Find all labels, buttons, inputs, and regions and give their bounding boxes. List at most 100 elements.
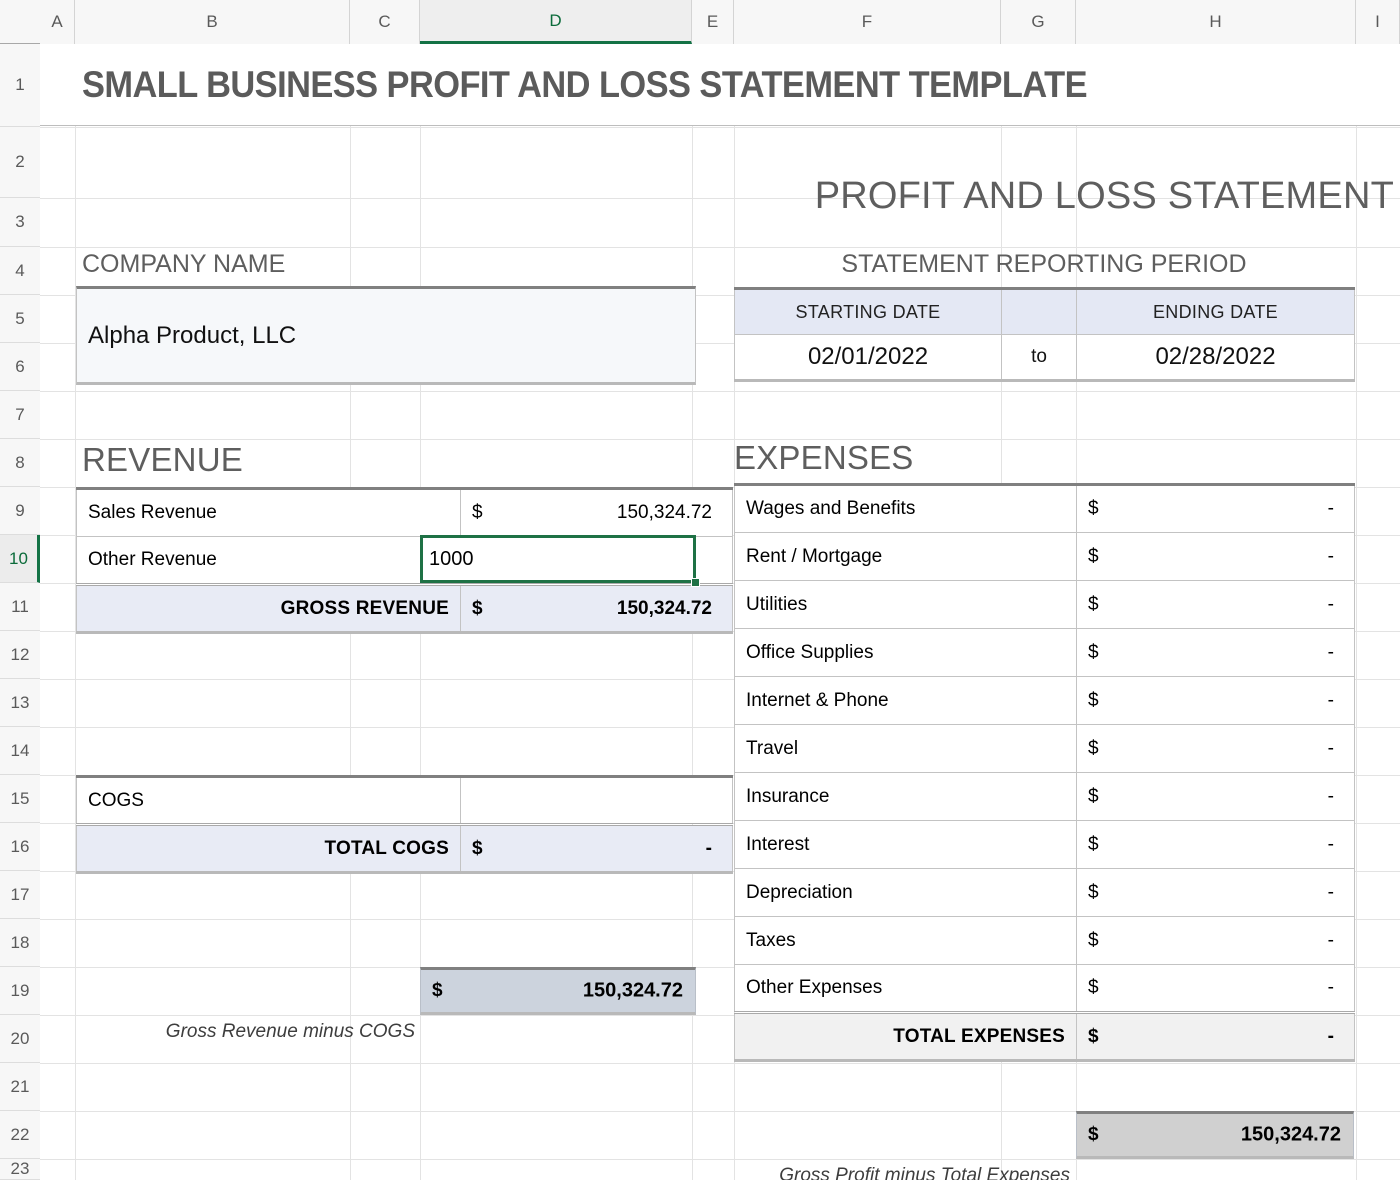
expense-row-amount-9[interactable]: $- (1077, 917, 1355, 965)
row-header-1[interactable]: 1 (0, 44, 40, 127)
row-header-19[interactable]: 19 (0, 967, 40, 1015)
expense-row-amount-3[interactable]: $- (1077, 629, 1355, 677)
expense-row-label-9: Taxes (735, 917, 1077, 965)
row-header-12[interactable]: 12 (0, 631, 40, 679)
expenses-table[interactable]: Wages and Benefits$-Rent / Mortgage$-Uti… (734, 483, 1355, 1062)
net-income-formula-label: Gross Profit minus Total Expenses (740, 1165, 1070, 1180)
amount-value: - (1088, 1026, 1343, 1048)
gridline-horizontal (40, 439, 1400, 440)
column-header-G[interactable]: G (1001, 0, 1076, 44)
column-header-I[interactable]: I (1356, 0, 1400, 44)
column-header-F[interactable]: F (734, 0, 1001, 44)
starting-date-header: STARTING DATE (735, 289, 1002, 335)
expense-row-amount-0[interactable]: $- (1077, 485, 1355, 533)
table-row[interactable]: Interest$- (735, 821, 1355, 869)
row-header-13[interactable]: 13 (0, 679, 40, 727)
table-row[interactable]: Office Supplies$- (735, 629, 1355, 677)
row-header-18[interactable]: 18 (0, 919, 40, 967)
row-header-17[interactable]: 17 (0, 871, 40, 919)
expense-row-amount-4[interactable]: $- (1077, 677, 1355, 725)
revenue-row-label-1: Other Revenue (77, 537, 461, 585)
row-header-4[interactable]: 4 (0, 247, 40, 295)
row-header-9[interactable]: 9 (0, 487, 40, 535)
column-header-C[interactable]: C (350, 0, 420, 44)
currency-symbol: $ (1088, 786, 1099, 808)
expense-row-amount-5[interactable]: $- (1077, 725, 1355, 773)
table-row[interactable]: Taxes$- (735, 917, 1355, 965)
total-expenses-amount: $- (1077, 1013, 1355, 1061)
gross-profit-cell: $ 150,324.72 (420, 967, 696, 1015)
row-header-11[interactable]: 11 (0, 583, 40, 631)
period-value-row[interactable]: 02/01/2022 to 02/28/2022 (735, 335, 1355, 381)
row-header-21[interactable]: 21 (0, 1063, 40, 1111)
row-header-16[interactable]: 16 (0, 823, 40, 871)
gridline-horizontal (40, 1063, 1400, 1064)
row-header-7[interactable]: 7 (0, 391, 40, 439)
starting-date-value[interactable]: 02/01/2022 (735, 335, 1002, 381)
row-header-6[interactable]: 6 (0, 343, 40, 391)
currency-symbol: $ (1088, 1124, 1099, 1146)
active-cell-editor[interactable]: 1000 (420, 535, 696, 583)
spreadsheet-window: SMALL BUSINESS PROFIT AND LOSS STATEMENT… (0, 0, 1400, 1180)
row-header-20[interactable]: 20 (0, 1015, 40, 1063)
amount-value: - (1088, 690, 1343, 712)
row-header-15[interactable]: 15 (0, 775, 40, 823)
row-header-2[interactable]: 2 (0, 127, 40, 198)
company-name-label: COMPANY NAME (82, 250, 285, 279)
column-header-A[interactable]: A (40, 0, 75, 44)
table-row[interactable]: Depreciation$- (735, 869, 1355, 917)
expense-row-amount-10[interactable]: $- (1077, 965, 1355, 1013)
row-header-14[interactable]: 14 (0, 727, 40, 775)
gross-revenue-row: GROSS REVENUE $ 150,324.72 (77, 585, 733, 633)
table-row[interactable]: Wages and Benefits$- (735, 485, 1355, 533)
column-header-D[interactable]: D (420, 0, 692, 44)
worksheet-canvas[interactable]: SMALL BUSINESS PROFIT AND LOSS STATEMENT… (40, 44, 1400, 1180)
cogs-row-amount-0[interactable] (461, 777, 733, 825)
amount-value: - (1088, 977, 1343, 999)
table-row[interactable]: Rent / Mortgage$- (735, 533, 1355, 581)
expense-row-amount-2[interactable]: $- (1077, 581, 1355, 629)
row-header-10[interactable]: 10 (0, 535, 40, 583)
expense-row-amount-6[interactable]: $- (1077, 773, 1355, 821)
fill-handle[interactable] (691, 578, 700, 587)
reporting-period-table[interactable]: STARTING DATE ENDING DATE 02/01/2022 to … (734, 287, 1355, 382)
amount-value: - (1088, 738, 1343, 760)
expense-row-label-0: Wages and Benefits (735, 485, 1077, 533)
column-header-B[interactable]: B (75, 0, 350, 44)
expense-row-amount-8[interactable]: $- (1077, 869, 1355, 917)
currency-symbol: $ (1088, 690, 1099, 712)
expense-row-amount-7[interactable]: $- (1077, 821, 1355, 869)
net-income-value: 150,324.72 (1241, 1124, 1341, 1147)
row-header-3[interactable]: 3 (0, 198, 40, 247)
currency-symbol: $ (472, 838, 483, 860)
table-row[interactable]: Other Expenses$- (735, 965, 1355, 1013)
expense-row-label-7: Interest (735, 821, 1077, 869)
column-header-H[interactable]: H (1076, 0, 1356, 44)
currency-symbol: $ (1088, 1026, 1099, 1048)
table-row[interactable]: Travel$- (735, 725, 1355, 773)
row-header-8[interactable]: 8 (0, 439, 40, 487)
amount-value: - (1088, 498, 1343, 520)
currency-symbol: $ (1088, 594, 1099, 616)
total-cogs-label: TOTAL COGS (77, 825, 461, 873)
row-header-23[interactable]: 23 (0, 1159, 40, 1180)
cogs-table[interactable]: COGS TOTAL COGS $ - (76, 775, 733, 874)
table-row[interactable]: Utilities$- (735, 581, 1355, 629)
expense-row-label-2: Utilities (735, 581, 1077, 629)
amount-value: - (1088, 642, 1343, 664)
currency-symbol: $ (1088, 834, 1099, 856)
revenue-row-amount-0[interactable]: $ 150,324.72 (461, 489, 733, 537)
amount-value: - (1088, 546, 1343, 568)
table-row[interactable]: COGS (77, 777, 733, 825)
total-expenses-row: TOTAL EXPENSES$- (735, 1013, 1355, 1061)
table-row[interactable]: Internet & Phone$- (735, 677, 1355, 725)
expense-row-amount-1[interactable]: $- (1077, 533, 1355, 581)
column-header-E[interactable]: E (692, 0, 734, 44)
table-row[interactable]: Sales Revenue $ 150,324.72 (77, 489, 733, 537)
company-name-field[interactable]: Alpha Product, LLC (76, 286, 696, 385)
currency-symbol: $ (1088, 738, 1099, 760)
row-header-5[interactable]: 5 (0, 295, 40, 343)
row-header-22[interactable]: 22 (0, 1111, 40, 1159)
ending-date-value[interactable]: 02/28/2022 (1077, 335, 1355, 381)
table-row[interactable]: Insurance$- (735, 773, 1355, 821)
